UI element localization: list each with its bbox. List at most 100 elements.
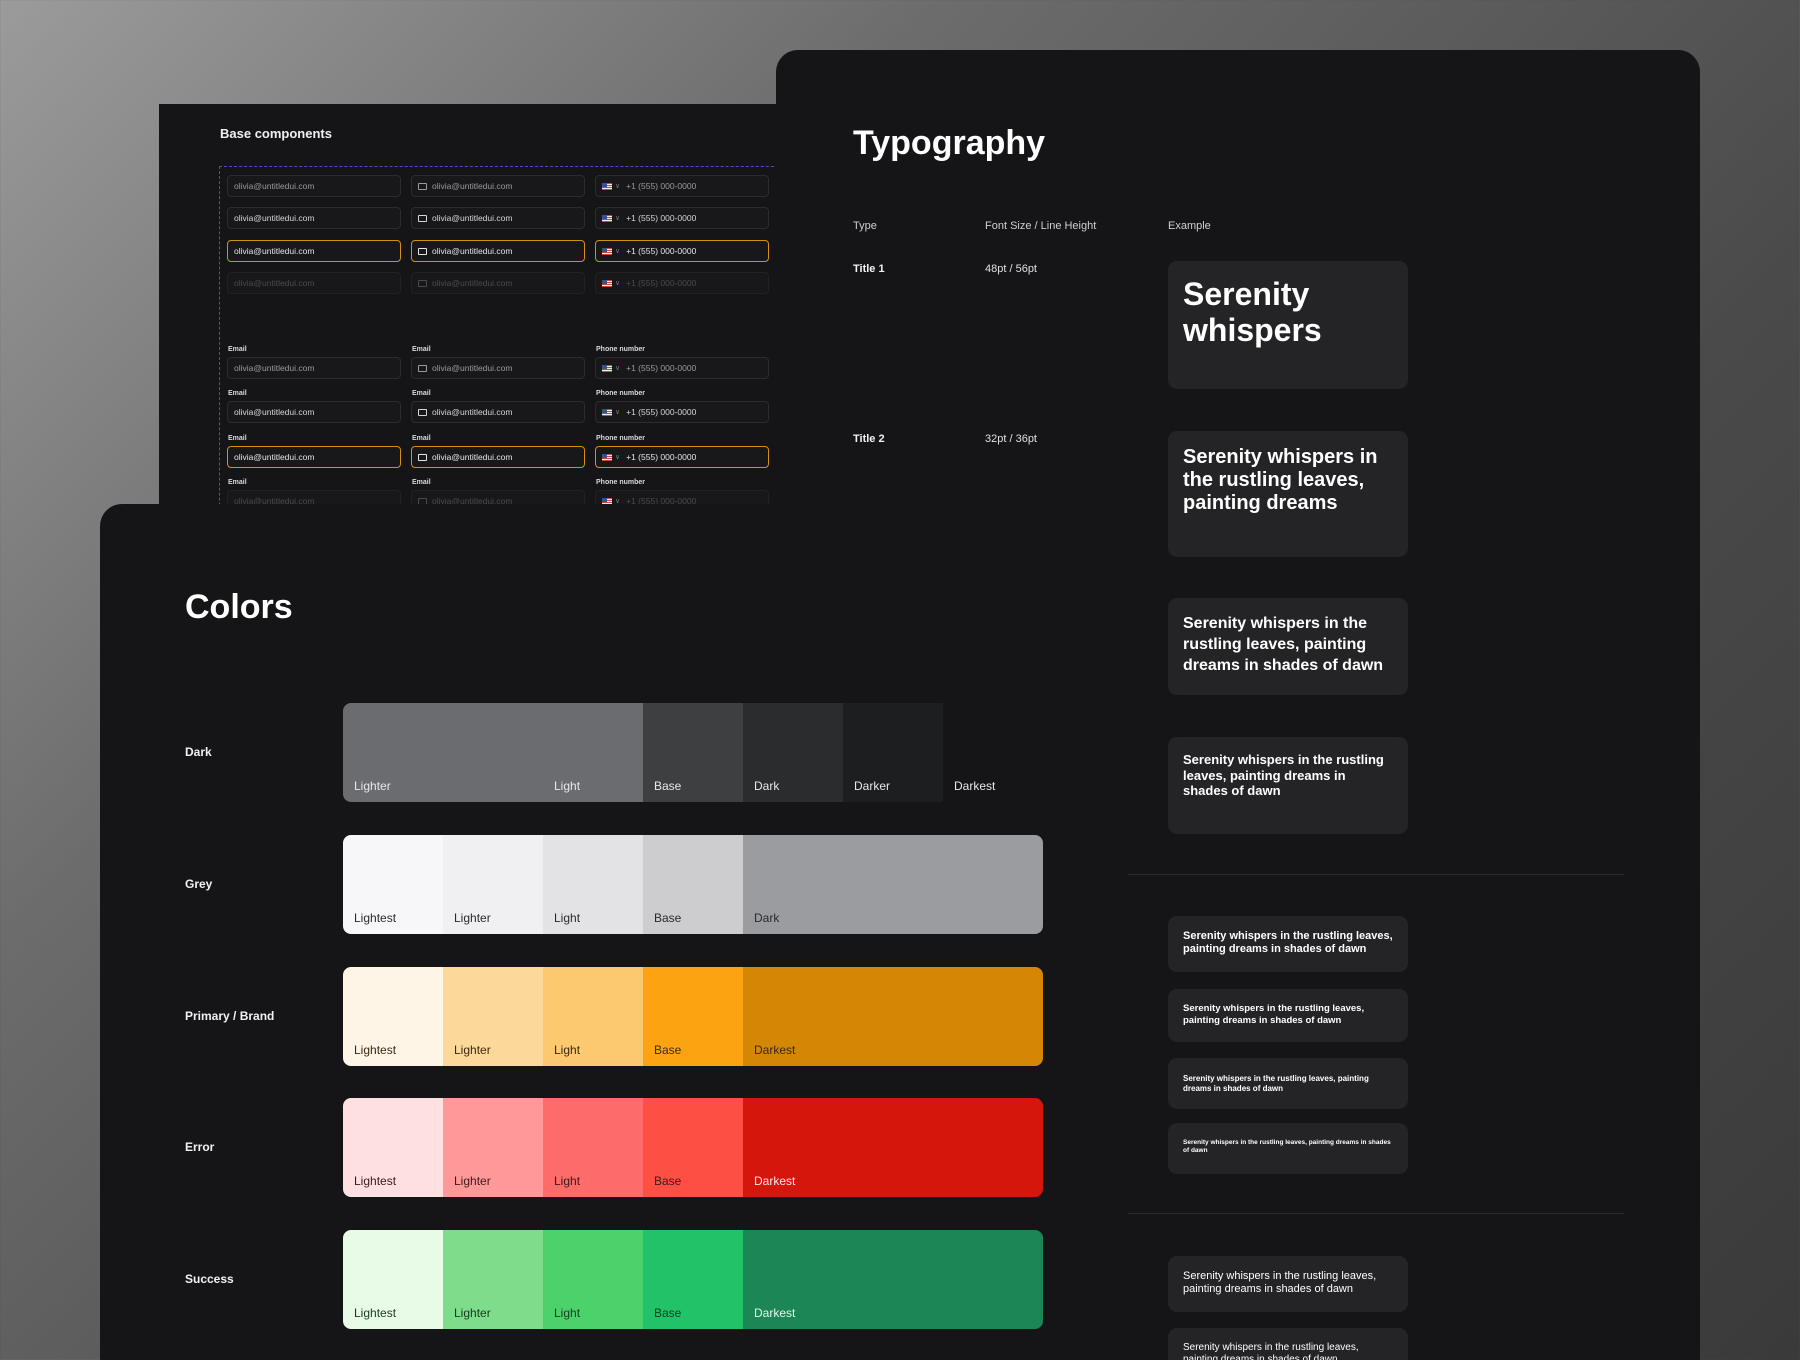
- swatch-label: Light: [554, 1174, 581, 1188]
- email-label: Email: [228, 346, 247, 353]
- swatch-label: Lightest: [354, 1043, 397, 1057]
- color-swatch[interactable]: Light: [543, 703, 643, 802]
- swatch-label: Dark: [754, 911, 780, 925]
- palette-label-primary-brand: Primary / Brand: [185, 1009, 275, 1023]
- email-input[interactable]: olivia@untitledui.com: [411, 240, 585, 262]
- palette-grey: Lightest Lighter Light Base Dark: [343, 835, 1043, 934]
- color-swatch[interactable]: Darkest: [743, 1098, 1043, 1197]
- email-input[interactable]: olivia@untitledui.com: [411, 207, 585, 229]
- chevron-down-icon[interactable]: ∨: [615, 247, 620, 255]
- color-swatch[interactable]: Darkest: [943, 703, 1043, 802]
- color-swatch[interactable]: Lighter: [343, 703, 543, 802]
- phone-label: Phone number: [596, 479, 646, 486]
- mail-icon: [418, 182, 427, 190]
- color-swatch[interactable]: Lightest: [343, 835, 443, 934]
- palette-label-dark: Dark: [185, 745, 212, 759]
- chevron-down-icon[interactable]: ∨: [615, 214, 620, 222]
- input-text-email: olivia@untitledui.com: [432, 363, 513, 373]
- chevron-down-icon[interactable]: ∨: [615, 408, 620, 416]
- email-label: Email: [412, 479, 431, 486]
- color-swatch[interactable]: Base: [643, 1098, 743, 1197]
- palette-label-error: Error: [185, 1140, 215, 1154]
- color-swatch[interactable]: Lightest: [343, 967, 443, 1066]
- color-swatch[interactable]: Light: [543, 967, 643, 1066]
- swatch-label: Darkest: [754, 1174, 796, 1188]
- color-swatch[interactable]: Light: [543, 1098, 643, 1197]
- input-text-email: olivia@untitledui.com: [234, 363, 315, 373]
- email-input[interactable]: olivia@untitledui.com: [227, 446, 401, 468]
- palette-label-success: Success: [185, 1272, 234, 1286]
- palette-dark: Lighter Light Base Dark Darker Darkest: [343, 703, 1043, 802]
- email-input[interactable]: olivia@untitledui.com: [411, 175, 585, 197]
- input-text-phone: +1 (555) 000-0000: [626, 452, 697, 462]
- color-swatch[interactable]: Lighter: [443, 835, 543, 934]
- colors-title: Colors: [185, 588, 293, 626]
- us-flag-icon: [602, 214, 612, 222]
- color-swatch[interactable]: Lightest: [343, 1098, 443, 1197]
- color-swatch[interactable]: Lighter: [443, 1098, 543, 1197]
- swatch-label: Darkest: [954, 779, 996, 793]
- color-swatch[interactable]: Light: [543, 835, 643, 934]
- email-input[interactable]: olivia@untitledui.com: [411, 357, 585, 379]
- phone-input[interactable]: ∨ +1 (555) 000-0000: [595, 207, 769, 229]
- color-swatch[interactable]: Dark: [743, 835, 1043, 934]
- phone-input[interactable]: ∨ +1 (555) 000-0000: [595, 401, 769, 423]
- mail-icon: [418, 247, 427, 255]
- email-input[interactable]: olivia@untitledui.com: [227, 207, 401, 229]
- example-title-6: Serenity whispers in the rustling leaves…: [1168, 989, 1408, 1042]
- base-components-title: Base components: [220, 126, 332, 141]
- email-input[interactable]: olivia@untitledui.com: [227, 401, 401, 423]
- phone-input[interactable]: ∨ +1 (555) 000-0000: [595, 240, 769, 262]
- mail-icon: [418, 364, 427, 372]
- email-input[interactable]: olivia@untitledui.com: [227, 357, 401, 379]
- us-flag-icon: [602, 453, 612, 461]
- email-label: Email: [228, 435, 247, 442]
- email-input[interactable]: olivia@untitledui.com: [411, 401, 585, 423]
- email-label: Email: [228, 390, 247, 397]
- input-text-phone: +1 (555) 000-0000: [626, 278, 697, 288]
- input-text-email: olivia@untitledui.com: [234, 181, 315, 191]
- email-input[interactable]: olivia@untitledui.com: [411, 446, 585, 468]
- phone-input[interactable]: ∨ +1 (555) 000-0000: [595, 357, 769, 379]
- column-example: Example: [1168, 220, 1211, 232]
- color-swatch[interactable]: Base: [643, 967, 743, 1066]
- example-title-7: Serenity whispers in the rustling leaves…: [1168, 1058, 1408, 1109]
- email-input[interactable]: olivia@untitledui.com: [227, 240, 401, 262]
- swatch-label: Base: [654, 1306, 682, 1320]
- email-input[interactable]: olivia@untitledui.com: [227, 272, 401, 294]
- chevron-down-icon[interactable]: ∨: [615, 182, 620, 190]
- email-input[interactable]: olivia@untitledui.com: [227, 175, 401, 197]
- color-swatch[interactable]: Base: [643, 835, 743, 934]
- swatch-label: Lighter: [454, 911, 491, 925]
- column-type: Type: [853, 220, 877, 232]
- color-swatch[interactable]: Darkest: [743, 1230, 1043, 1329]
- swatch-label: Lighter: [454, 1043, 491, 1057]
- phone-input[interactable]: ∨ +1 (555) 000-0000: [595, 446, 769, 468]
- color-swatch[interactable]: Darkest: [743, 967, 1043, 1066]
- email-input[interactable]: olivia@untitledui.com: [411, 272, 585, 294]
- swatch-label: Lightest: [354, 911, 397, 925]
- size-title-2: 32pt / 36pt: [985, 433, 1037, 445]
- color-swatch[interactable]: Base: [643, 1230, 743, 1329]
- chevron-down-icon[interactable]: ∨: [615, 279, 620, 287]
- color-swatch[interactable]: Dark: [743, 703, 843, 802]
- email-label: Email: [412, 346, 431, 353]
- phone-input[interactable]: ∨ +1 (555) 000-0000: [595, 175, 769, 197]
- phone-label: Phone number: [596, 435, 646, 442]
- phone-input[interactable]: ∨ +1 (555) 000-0000: [595, 272, 769, 294]
- color-swatch[interactable]: Base: [643, 703, 743, 802]
- color-swatch[interactable]: Light: [543, 1230, 643, 1329]
- base-components-card: Base components olivia@untitledui.com oli…: [159, 104, 799, 534]
- type-title-2: Title 2: [853, 433, 885, 445]
- chevron-down-icon[interactable]: ∨: [615, 453, 620, 461]
- chevron-down-icon[interactable]: ∨: [615, 364, 620, 372]
- color-swatch[interactable]: Lightest: [343, 1230, 443, 1329]
- input-text-email: olivia@untitledui.com: [432, 246, 513, 256]
- color-swatch[interactable]: Lighter: [443, 1230, 543, 1329]
- swatch-label: Dark: [754, 779, 780, 793]
- color-swatch[interactable]: Darker: [843, 703, 943, 802]
- input-text-email: olivia@untitledui.com: [432, 278, 513, 288]
- palette-primary-brand: Lightest Lighter Light Base Darkest: [343, 967, 1043, 1066]
- color-swatch[interactable]: Lighter: [443, 967, 543, 1066]
- input-text-email: olivia@untitledui.com: [234, 407, 315, 417]
